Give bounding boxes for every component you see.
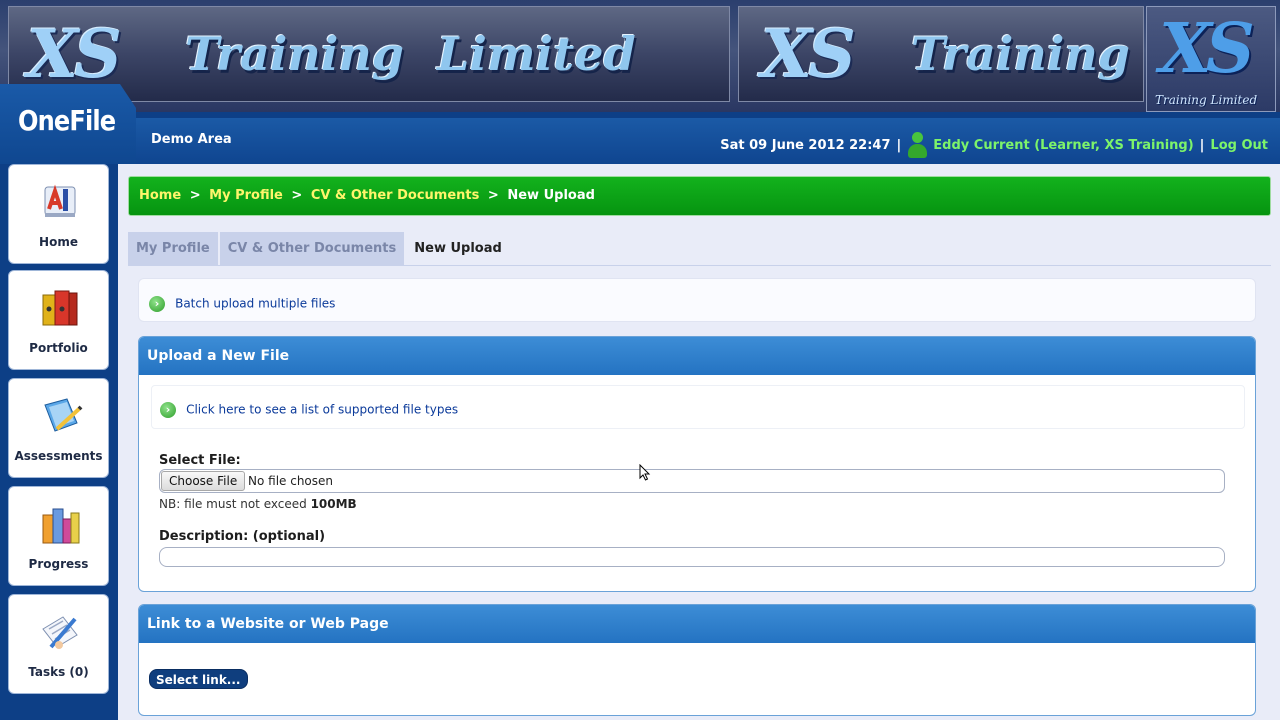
sidebar-item-label: Tasks (0) [28,665,89,679]
banner-training-text-2: Training [911,27,1130,81]
breadcrumb-separator: > [291,188,303,203]
sidebar-item-progress[interactable]: Progress [8,486,109,586]
user-bar: Sat 09 June 2012 22:47 | Eddy Current (L… [720,132,1268,158]
badge-sub-text: Training Limited [1155,93,1258,107]
panel-title: Link to a Website or Web Page [139,605,1255,643]
sidebar-item-assessments[interactable]: Assessments [8,378,109,478]
file-status-text: No file chosen [248,474,334,488]
sidebar-item-label: Progress [28,557,89,571]
sidebar-item-tasks[interactable]: Tasks (0) [8,594,109,694]
portfolio-icon [42,290,78,326]
sidebar-item-label: Assessments [14,449,103,463]
tab-divider [128,265,1271,266]
logout-link[interactable]: Log Out [1210,138,1268,153]
header-bar: Demo Area Sat 09 June 2012 22:47 | Eddy … [0,118,1280,164]
assessments-icon [44,398,83,432]
main-content: Home > My Profile > CV & Other Documents… [118,164,1280,720]
xs-training-badge: XS Training Limited [1146,6,1276,112]
sidebar-item-home[interactable]: Home [8,164,109,264]
progress-icon [42,508,80,544]
link-website-panel: Link to a Website or Web Page Select lin… [138,604,1256,716]
breadcrumb-current: New Upload [507,188,595,203]
file-size-note: NB: file must not exceed 100MB [159,497,357,511]
description-input[interactable] [159,547,1225,567]
user-name-link[interactable]: Eddy Current (Learner, XS Training) [933,138,1193,153]
batch-upload-box: › Batch upload multiple files [138,278,1256,322]
breadcrumb: Home > My Profile > CV & Other Documents… [128,176,1271,216]
sidebar-item-portfolio[interactable]: Portfolio [8,270,109,370]
banner-xs-logo: XS [27,15,122,93]
sidebar-item-label: Home [39,235,78,249]
banner-training-text: Training [185,27,404,81]
breadcrumb-home[interactable]: Home [139,188,181,203]
datetime: Sat 09 June 2012 22:47 [720,137,891,153]
banner-xs-logo-2: XS [761,15,856,93]
separator: | [1199,137,1205,153]
upload-file-panel: Upload a New File › Click here to see a … [138,336,1256,592]
user-icon [907,132,928,158]
site-banner: XS Training Limited XS Training XS Train… [0,0,1280,112]
breadcrumb-separator: > [189,188,201,203]
supported-types-box: › Click here to see a list of supported … [151,385,1245,429]
tab-my-profile[interactable]: My Profile [128,232,218,266]
badge-xs-text: XS [1159,9,1255,89]
tab-new-upload[interactable]: New Upload [406,232,510,266]
file-size-limit: 100MB [310,497,357,511]
breadcrumb-my-profile[interactable]: My Profile [209,188,283,203]
tasks-icon [42,616,78,649]
onefile-logo[interactable]: OneFile [0,84,136,164]
batch-upload-link[interactable]: Batch upload multiple files [175,297,335,311]
tab-cv-documents[interactable]: CV & Other Documents [219,232,405,266]
banner-limited-text: Limited [437,27,636,81]
breadcrumb-cv-documents[interactable]: CV & Other Documents [311,188,480,203]
select-file-label: Select File: [159,453,241,468]
select-link-button[interactable]: Select link... [149,669,248,689]
sidebar-item-label: Portfolio [29,341,88,355]
file-size-note-text: NB: file must not exceed [159,497,307,511]
supported-file-types-link[interactable]: Click here to see a list of supported fi… [186,403,458,417]
onefile-logo-text: OneFile [18,104,116,137]
banner-panel-right: XS Training [738,6,1144,102]
demo-area-label: Demo Area [151,132,232,147]
sidebar: Home Portfolio Assessments Progress Task… [0,164,118,720]
panel-title: Upload a New File [139,337,1255,375]
arrow-right-icon: › [160,401,176,418]
tab-strip: My Profile CV & Other Documents New Uplo… [128,232,512,266]
choose-file-button[interactable]: Choose File [161,471,246,491]
mouse-cursor-icon [639,464,651,481]
description-label: Description: (optional) [159,529,326,544]
home-icon [44,184,76,217]
arrow-right-icon: › [149,295,165,312]
file-input[interactable]: Choose File No file chosen [159,469,1225,493]
separator: | [896,137,902,153]
breadcrumb-separator: > [487,188,499,203]
